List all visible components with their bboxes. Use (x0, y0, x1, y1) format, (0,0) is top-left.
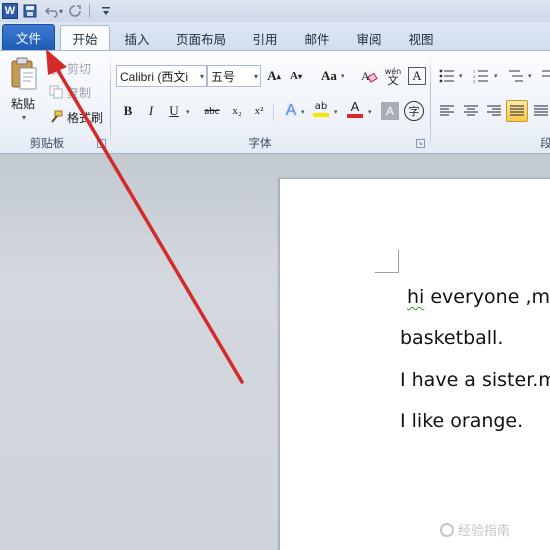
underline-dropdown-icon[interactable]: ▾ (186, 108, 190, 116)
shrink-font-button[interactable]: A ▾ (285, 65, 307, 87)
ribbon-tab-bar: 文件 开始 插入 页面布局 引用 邮件 审阅 视图 (0, 22, 550, 51)
word-logo-icon[interactable]: W (2, 3, 18, 19)
copy-icon (48, 84, 64, 100)
font-launcher-icon[interactable]: ↘ (416, 139, 425, 148)
customize-icon[interactable] (96, 2, 116, 20)
character-shading-button[interactable]: A (381, 102, 399, 120)
tab-view[interactable]: 视图 (400, 26, 442, 50)
paste-button[interactable]: 粘贴 (11, 95, 35, 112)
align-right-icon[interactable] (483, 100, 505, 122)
font-name-value: Calibri (西文i (120, 69, 189, 84)
watermark-logo-icon (440, 522, 454, 537)
margin-corner-mark (375, 250, 399, 273)
document-line-3[interactable]: I have a sister.m (400, 369, 550, 391)
cut-button[interactable]: 剪切 (48, 59, 91, 77)
bullets-icon[interactable] (436, 65, 458, 87)
button-divider (273, 103, 274, 121)
ribbon: 粘贴 ▾ 剪切 复制 格式刷 剪贴板 ↘ Calibri (西文i ▾ 五号 ▾… (0, 50, 550, 154)
spellcheck-word: hi (407, 286, 425, 308)
quick-access-toolbar: W ▾ (0, 0, 550, 22)
justify-icon[interactable] (506, 100, 528, 122)
document-page[interactable] (279, 178, 550, 550)
brush-icon (48, 109, 64, 125)
format-painter-button[interactable]: 格式刷 (48, 108, 103, 126)
redo-icon[interactable] (65, 2, 85, 20)
tab-mailings[interactable]: 邮件 (296, 26, 338, 50)
multilevel-list-icon[interactable] (505, 65, 527, 87)
format-painter-label: 格式刷 (67, 110, 104, 125)
tab-review[interactable]: 审阅 (348, 26, 390, 50)
clear-format-button[interactable]: A (358, 65, 380, 87)
copy-label: 复制 (67, 85, 92, 100)
clipboard-launcher-icon[interactable]: ↘ (97, 139, 106, 148)
undo-dropdown-icon[interactable]: ▾ (59, 7, 63, 16)
distributed-icon[interactable] (531, 100, 550, 122)
save-icon[interactable] (20, 2, 40, 20)
cut-label: 剪切 (67, 61, 92, 76)
change-case-dropdown-icon[interactable]: ▾ (341, 72, 345, 80)
bold-button[interactable]: B (117, 100, 139, 122)
highlight-button[interactable]: ab (310, 98, 332, 120)
character-border-button[interactable]: A (408, 67, 426, 85)
document-line-1[interactable]: hi everyone ,m (407, 286, 550, 308)
align-center-icon[interactable] (460, 100, 482, 122)
font-name-select[interactable]: Calibri (西文i ▾ (116, 65, 207, 87)
tab-page-layout[interactable]: 页面布局 (170, 26, 232, 50)
svg-text:3: 3 (473, 79, 475, 83)
font-size-value: 五号 (211, 69, 236, 84)
grow-font-button[interactable]: A ▴ (263, 65, 285, 87)
group-divider (110, 55, 111, 151)
text-effects-dropdown-icon[interactable]: ▾ (301, 108, 305, 116)
tab-home[interactable]: 开始 (60, 25, 110, 51)
toolbar-divider (89, 4, 91, 18)
watermark-text: 经验指南 (458, 524, 511, 539)
document-text: everyone ,m (424, 286, 550, 308)
align-left-icon[interactable] (436, 100, 458, 122)
clipboard-group-label: 剪贴板 (29, 136, 65, 150)
underline-button[interactable]: U (163, 100, 185, 122)
tab-file[interactable]: 文件 (2, 24, 55, 50)
highlight-dropdown-icon[interactable]: ▾ (334, 108, 338, 116)
numbering-icon[interactable]: 123 (470, 65, 492, 87)
document-line-4[interactable]: I like orange. (400, 410, 523, 432)
italic-button[interactable]: I (140, 100, 162, 122)
decrease-indent-icon[interactable] (540, 65, 550, 87)
paste-dropdown-icon[interactable]: ▾ (22, 113, 26, 122)
chevron-down-icon: ▾ (199, 72, 204, 81)
font-group-label: 字体 (248, 136, 272, 150)
paragraph-group-label: 段 (540, 136, 550, 150)
font-color-dropdown-icon[interactable]: ▾ (368, 108, 372, 116)
font-size-select[interactable]: 五号 ▾ (207, 65, 261, 87)
chevron-down-icon: ▾ (253, 72, 258, 81)
paste-icon[interactable] (10, 57, 38, 91)
phonetic-guide-button[interactable]: wén 文 (382, 65, 404, 87)
tab-insert[interactable]: 插入 (116, 26, 158, 50)
text-effects-button[interactable]: A (280, 100, 302, 122)
group-divider (430, 55, 431, 151)
font-color-button[interactable]: A (344, 98, 366, 120)
document-line-2[interactable]: basketball. (400, 327, 503, 349)
change-case-button[interactable]: Aa (316, 65, 342, 87)
scissors-icon (48, 60, 64, 76)
subscript-button[interactable]: x₂ (226, 100, 248, 122)
numbering-dropdown-icon[interactable]: ▾ (494, 72, 498, 80)
copy-button[interactable]: 复制 (48, 83, 91, 101)
tab-references[interactable]: 引用 (244, 26, 286, 50)
watermark: 经验指南 (440, 520, 510, 539)
multilevel-dropdown-icon[interactable]: ▾ (528, 72, 532, 80)
enclose-characters-button[interactable]: 字 (404, 101, 424, 121)
superscript-button[interactable]: x² (248, 100, 270, 122)
strikethrough-button[interactable]: abc (199, 100, 225, 122)
bullets-dropdown-icon[interactable]: ▾ (459, 72, 463, 80)
